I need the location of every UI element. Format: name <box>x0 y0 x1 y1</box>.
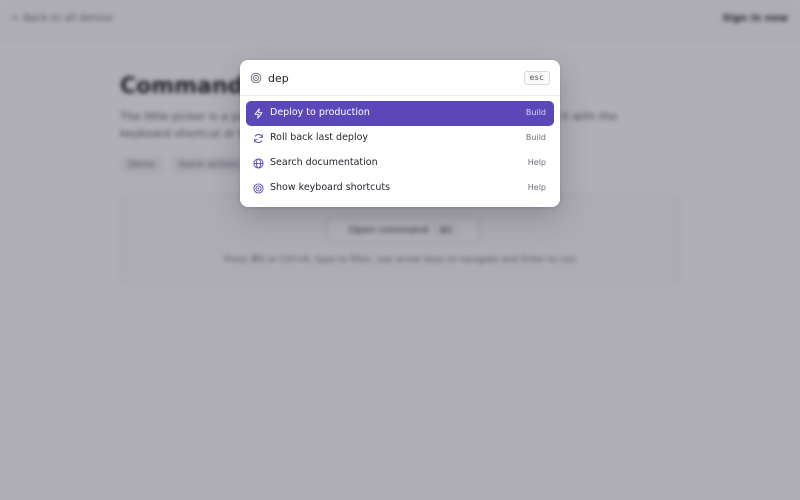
search-icon <box>250 72 262 84</box>
target-icon <box>253 183 264 194</box>
command-item-label: Show keyboard shortcuts <box>270 182 391 193</box>
bolt-icon <box>254 108 263 119</box>
command-item-group: Help <box>527 158 546 167</box>
command-item-label: Deploy to production <box>270 107 370 118</box>
command-item-group: Build <box>525 108 546 117</box>
command-item-deploy[interactable]: Deploy to production Build <box>246 101 554 126</box>
command-item-label: Search documentation <box>270 157 378 168</box>
refresh-icon <box>254 134 263 143</box>
command-item-group: Help <box>527 183 546 192</box>
command-item-label: Roll back last deploy <box>270 132 369 143</box>
esc-key-hint[interactable]: esc <box>523 71 550 85</box>
command-item-search-docs[interactable]: Search documentation Help <box>246 151 554 176</box>
globe-icon <box>253 158 264 169</box>
command-search-input[interactable] <box>268 69 508 87</box>
command-item-rollback[interactable]: Roll back last deploy Build <box>246 126 554 151</box>
command-palette: esc Deploy to production Build Roll back… <box>240 60 560 207</box>
search-row: esc <box>240 60 560 96</box>
command-item-group: Build <box>525 133 546 142</box>
command-results-list: Deploy to production Build Roll back las… <box>246 101 554 201</box>
command-item-shortcuts[interactable]: Show keyboard shortcuts Help <box>246 176 554 201</box>
